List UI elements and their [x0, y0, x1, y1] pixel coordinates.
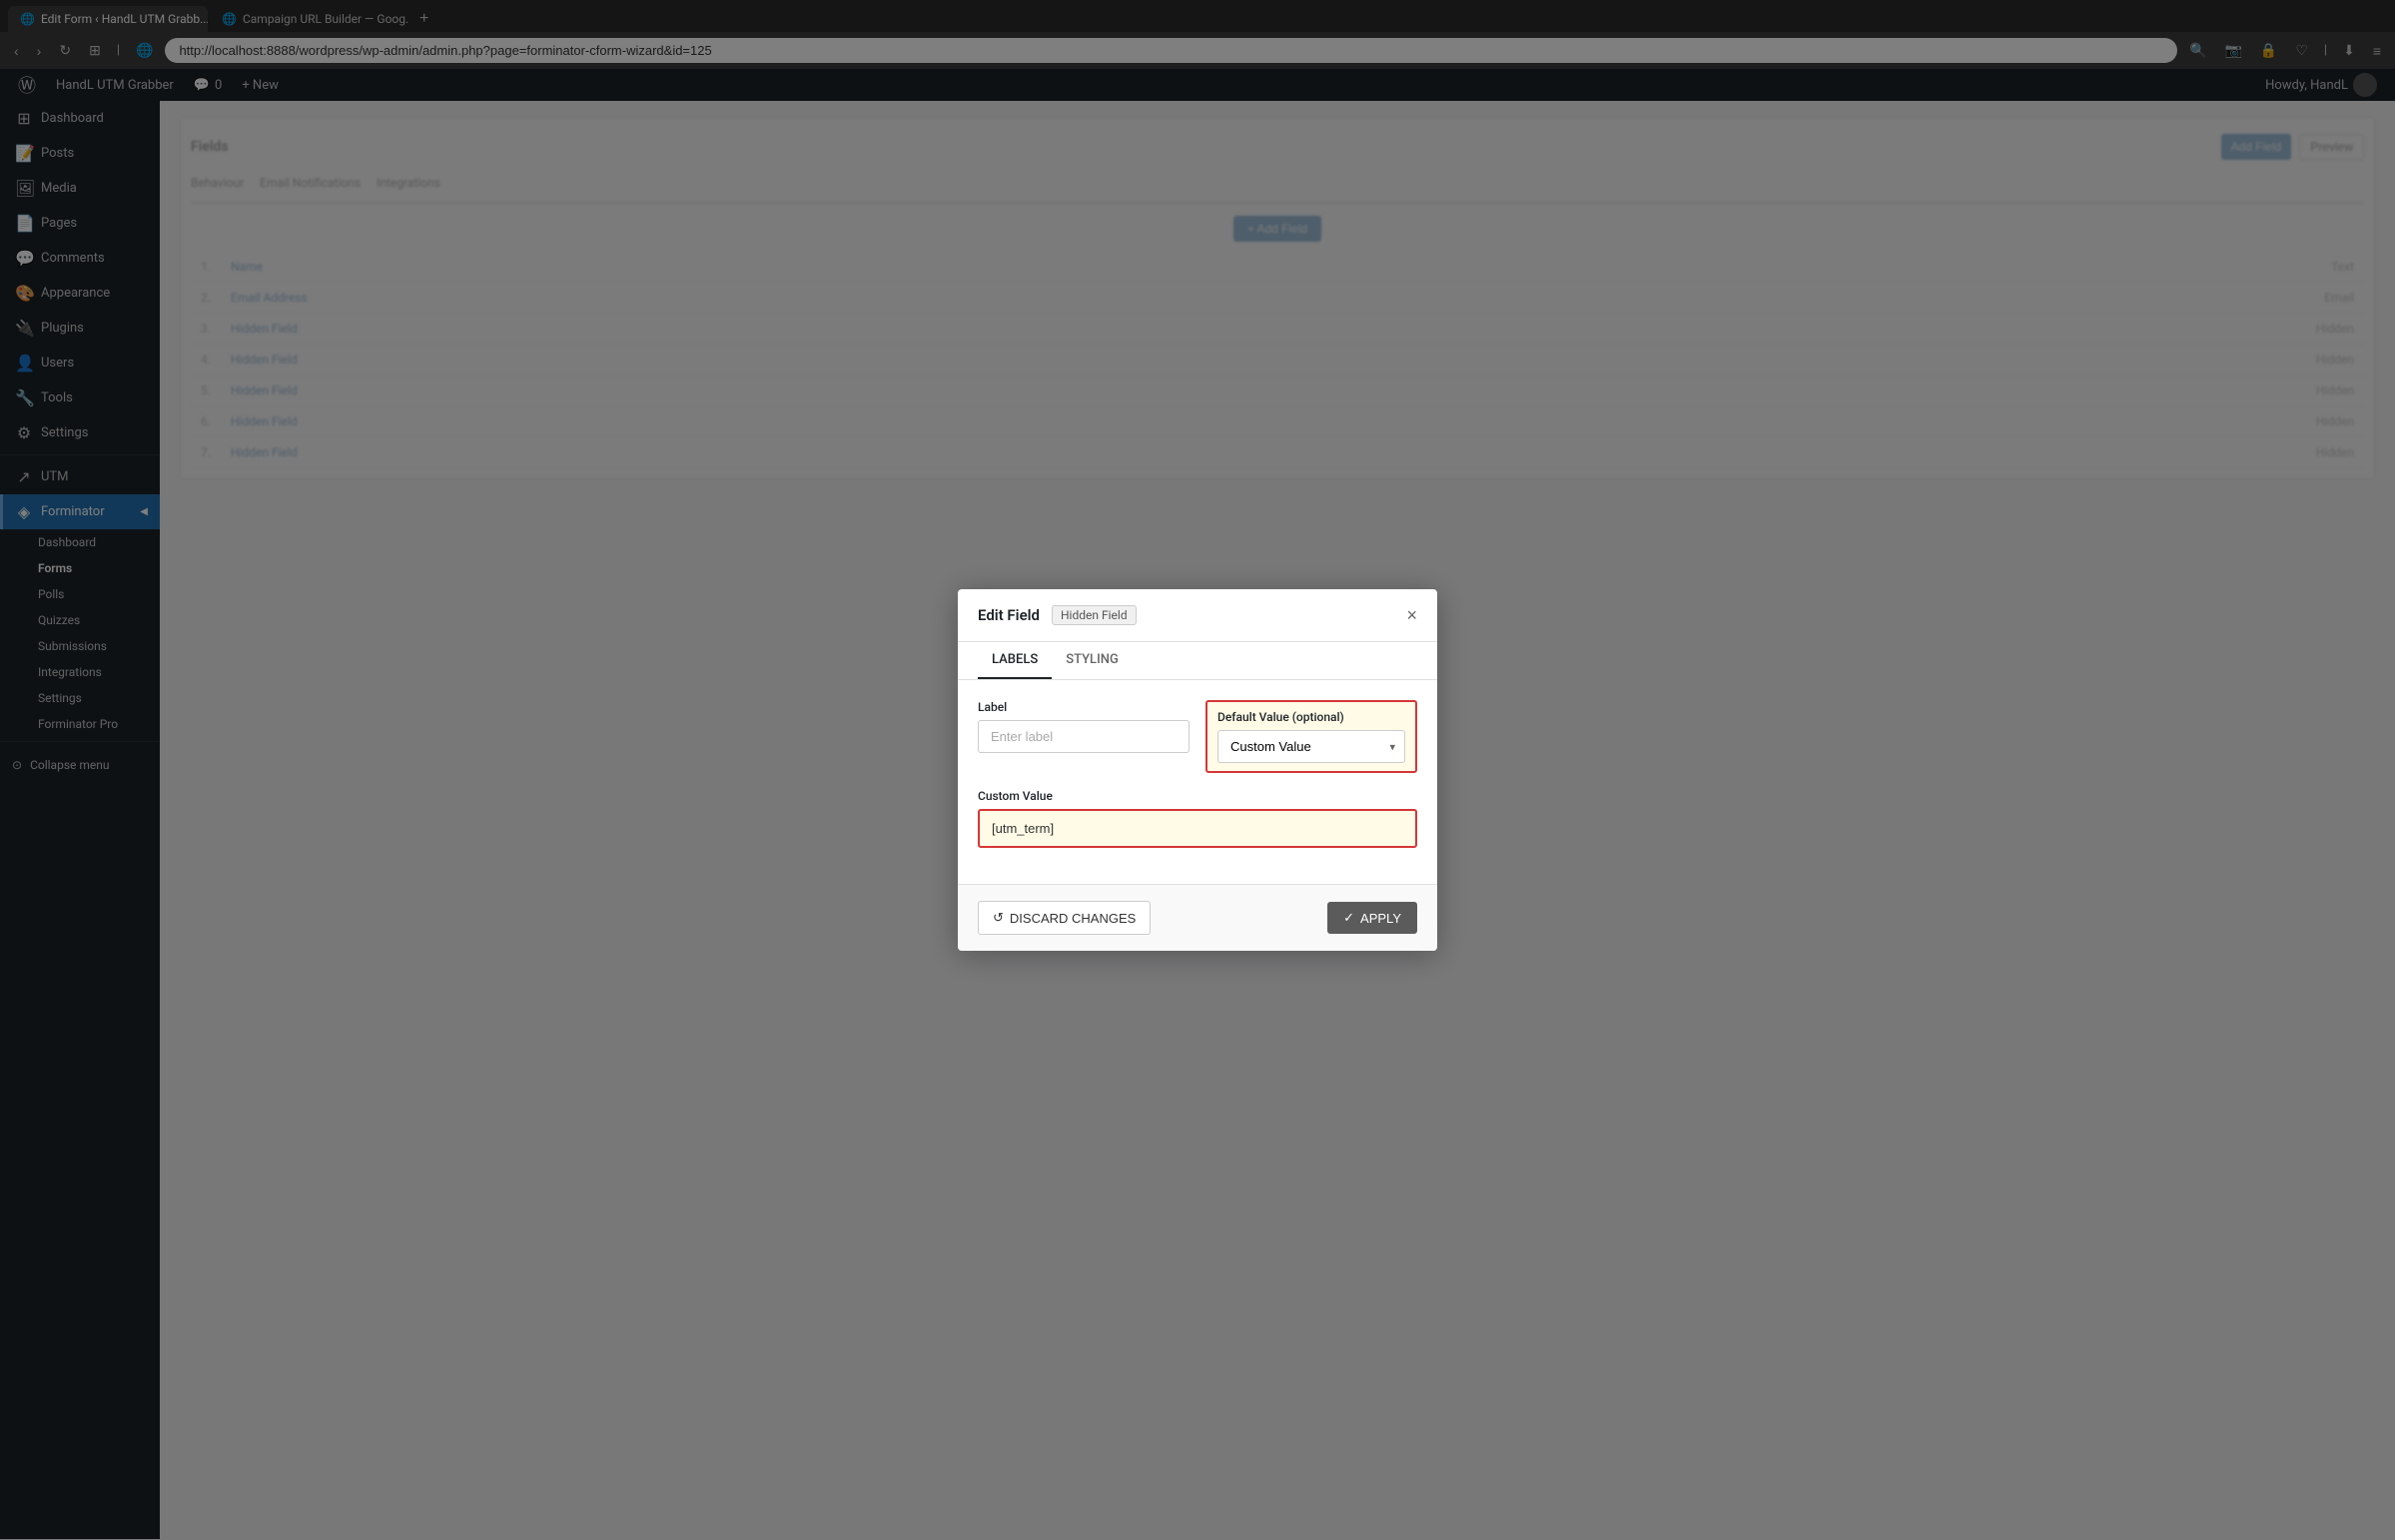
label-field-label: Label: [978, 700, 1190, 714]
label-input[interactable]: [978, 720, 1190, 753]
default-value-select[interactable]: Custom Value Get from URL Parameter Get …: [1217, 730, 1405, 763]
default-value-group: Default Value (optional) Custom Value Ge…: [1205, 700, 1417, 773]
discard-label: DISCARD CHANGES: [1010, 911, 1136, 926]
wp-main-content: Fields Add Field Preview Behaviour Email…: [160, 101, 2395, 1539]
edit-field-modal: Edit Field Hidden Field × LABELS STYLING…: [958, 589, 1437, 951]
apply-btn[interactable]: ✓ APPLY: [1327, 902, 1417, 934]
modal-body: Label Default Value (optional) Custom Va…: [958, 680, 1437, 884]
wp-admin-layout: ⊞ Dashboard 📝 Posts 🖼 Media 📄 Pages 💬 Co…: [0, 101, 2395, 1539]
modal-close-btn[interactable]: ×: [1406, 606, 1417, 624]
custom-value-label: Custom Value: [978, 789, 1417, 803]
discard-icon: ↺: [993, 910, 1004, 926]
apply-label: APPLY: [1360, 911, 1401, 926]
default-value-label: Default Value (optional): [1217, 710, 1405, 724]
modal-tabs: LABELS STYLING: [958, 642, 1437, 680]
apply-icon: ✓: [1343, 910, 1354, 926]
modal-header: Edit Field Hidden Field ×: [958, 589, 1437, 642]
modal-badge: Hidden Field: [1052, 605, 1137, 625]
tab-styling[interactable]: STYLING: [1052, 642, 1133, 679]
modal-overlay: Edit Field Hidden Field × LABELS STYLING…: [160, 101, 2395, 1539]
custom-value-input-wrapper: [978, 809, 1417, 848]
form-row-top: Label Default Value (optional) Custom Va…: [978, 700, 1417, 773]
tab-labels[interactable]: LABELS: [978, 642, 1052, 679]
modal-title: Edit Field: [978, 606, 1040, 624]
label-field-group: Label: [978, 700, 1190, 773]
custom-value-group: Custom Value: [978, 789, 1417, 848]
modal-footer: ↺ DISCARD CHANGES ✓ APPLY: [958, 884, 1437, 951]
default-value-select-wrapper: Custom Value Get from URL Parameter Get …: [1217, 730, 1405, 763]
discard-changes-btn[interactable]: ↺ DISCARD CHANGES: [978, 901, 1151, 935]
default-value-highlighted: Default Value (optional) Custom Value Ge…: [1205, 700, 1417, 773]
custom-value-input[interactable]: [980, 811, 1415, 846]
